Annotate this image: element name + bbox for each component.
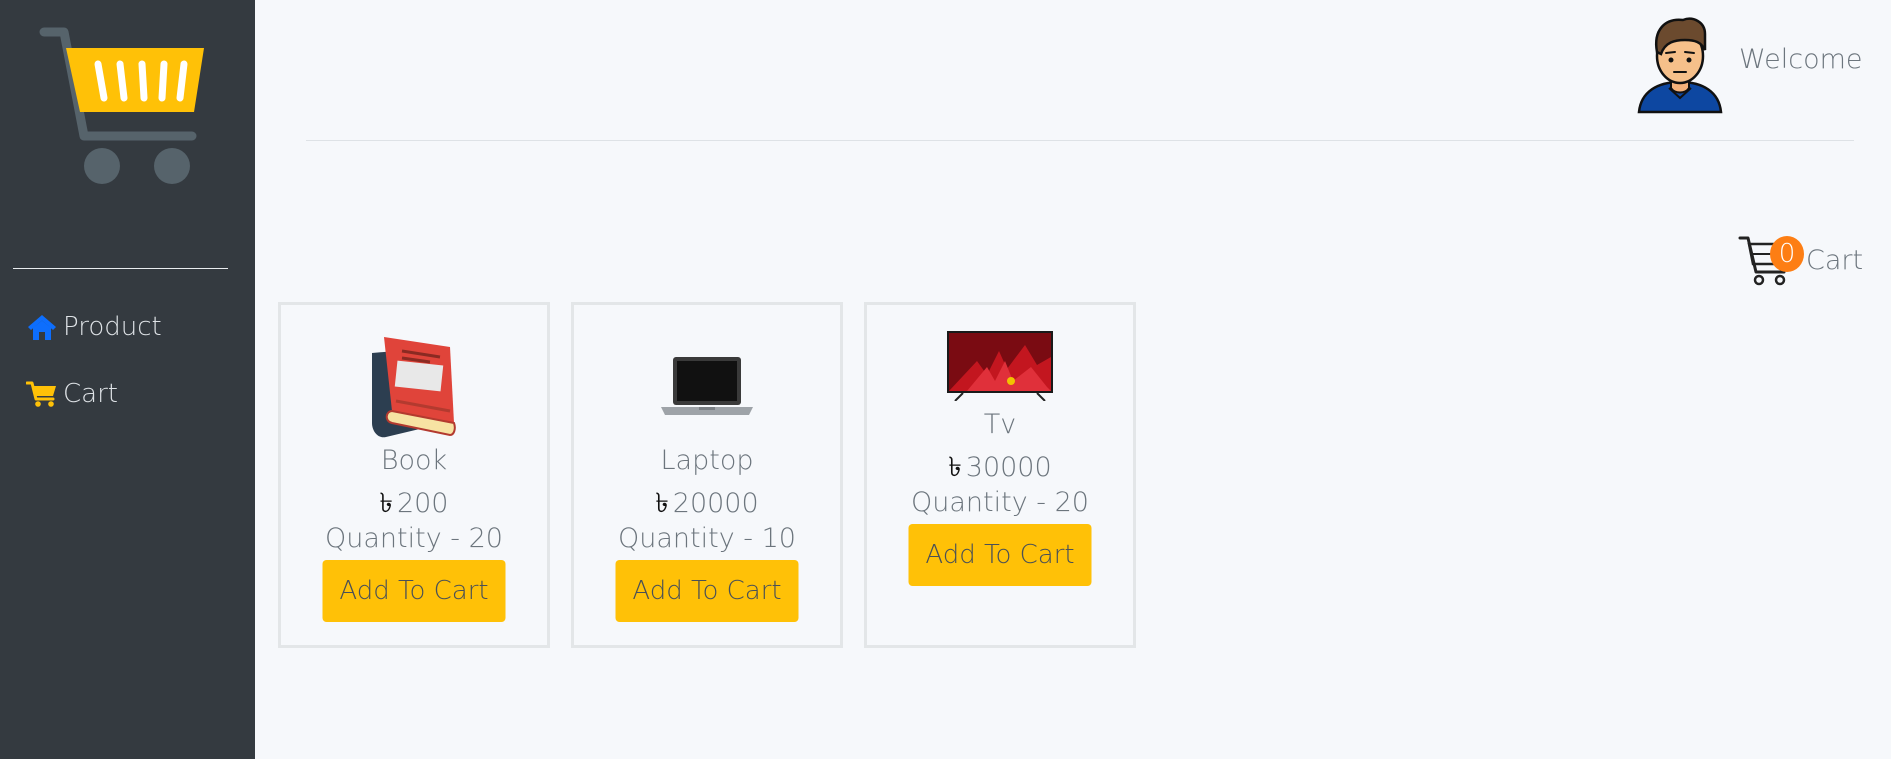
price-value: 30000: [965, 452, 1052, 483]
product-quantity: Quantity - 20: [325, 523, 503, 554]
cart-label: Cart: [1806, 244, 1864, 276]
sidebar-item-label: Cart: [63, 379, 118, 409]
sidebar: Product Cart: [0, 0, 255, 759]
book-image: [372, 337, 456, 438]
product-name: Laptop: [660, 445, 754, 476]
currency-symbol: ৳: [379, 488, 393, 519]
sidebar-item-cart[interactable]: Cart: [26, 379, 118, 409]
product-quantity: Quantity - 10: [618, 523, 796, 554]
header-divider: [306, 140, 1854, 141]
sidebar-item-product[interactable]: Product: [26, 312, 162, 342]
price-value: 20000: [672, 488, 759, 519]
cart-icon: [26, 381, 56, 407]
product-price: ৳ 30000: [867, 447, 1133, 492]
cart-icon: 0: [1738, 232, 1804, 288]
user-avatar[interactable]: [1635, 12, 1725, 114]
cart-count-badge: 0: [1770, 236, 1804, 272]
product-name: Tv: [983, 409, 1017, 440]
add-to-cart-button[interactable]: Add To Cart: [908, 524, 1092, 586]
laptop-image: [661, 357, 753, 415]
product-price: ৳ 200: [281, 483, 547, 528]
product-quantity: Quantity - 20: [911, 487, 1089, 518]
product-card: Book ৳ 200 Quantity - 20 Add To Cart: [278, 302, 550, 648]
product-card: Tv ৳ 30000 Quantity - 20 Add To Cart: [864, 302, 1136, 648]
add-to-cart-button[interactable]: Add To Cart: [322, 560, 506, 622]
sidebar-divider: [13, 268, 228, 269]
currency-symbol: ৳: [655, 488, 669, 519]
price-value: 200: [396, 488, 449, 519]
product-card: Laptop ৳ 20000 Quantity - 10 Add To Cart: [571, 302, 843, 648]
home-icon: [28, 315, 56, 340]
sidebar-item-label: Product: [63, 312, 162, 342]
currency-symbol: ৳: [948, 452, 962, 483]
cart-link[interactable]: 0 Cart: [1738, 232, 1863, 288]
shopping-basket-logo[interactable]: [36, 24, 216, 194]
welcome-text: Welcome: [1739, 44, 1863, 75]
product-price: ৳ 20000: [574, 483, 840, 528]
product-name: Book: [380, 445, 448, 476]
tv-image: [947, 331, 1053, 401]
add-to-cart-button[interactable]: Add To Cart: [615, 560, 799, 622]
